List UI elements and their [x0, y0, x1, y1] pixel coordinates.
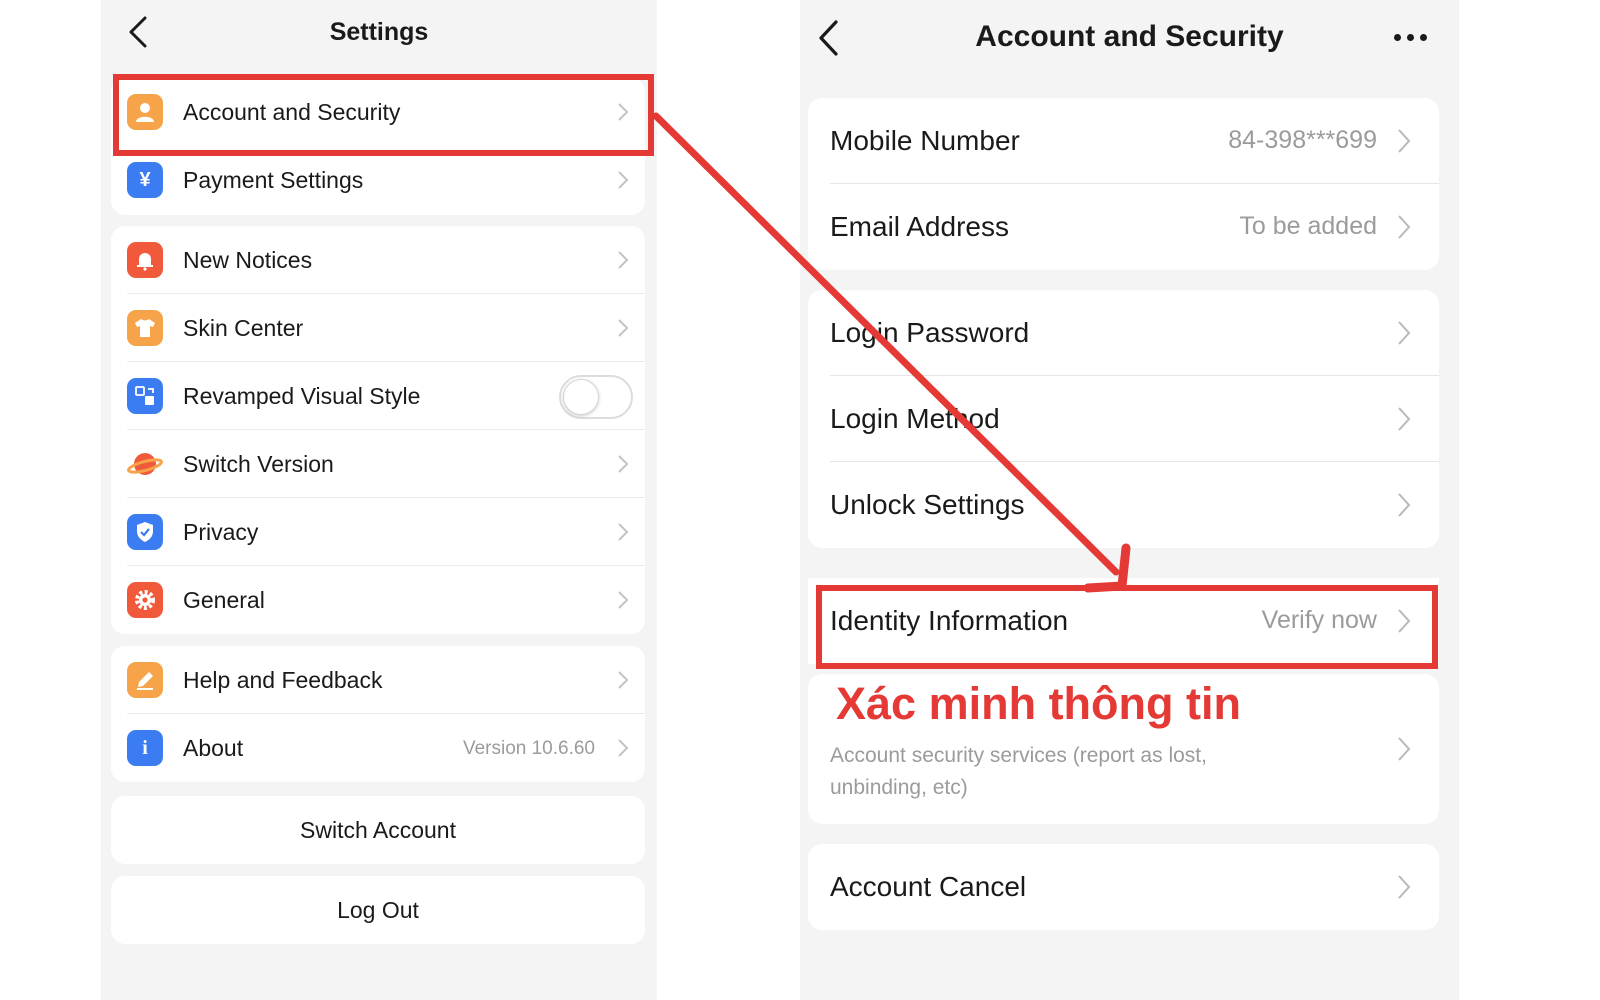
chevron-right-icon — [618, 251, 629, 269]
row-label: Login Method — [830, 403, 1000, 434]
chevron-right-icon — [618, 671, 629, 689]
settings-item-label: Skin Center — [183, 315, 304, 341]
switch-account-button[interactable]: Switch Account — [111, 796, 645, 864]
info-icon: i — [127, 730, 163, 766]
settings-item-general[interactable]: General — [111, 566, 645, 634]
chevron-right-icon — [1398, 493, 1411, 517]
settings-item-label: Privacy — [183, 519, 259, 545]
highlight-box-account-security — [113, 74, 654, 156]
chevron-right-icon — [618, 591, 629, 609]
settings-item-label: Switch Version — [183, 451, 334, 477]
settings-item-label: New Notices — [183, 247, 313, 273]
revamped-style-toggle[interactable] — [559, 375, 633, 419]
login-method-row[interactable]: Login Method — [808, 376, 1439, 462]
chevron-right-icon — [618, 455, 629, 473]
account-security-screen: Account and Security Mobile Number 84-39… — [800, 0, 1459, 1000]
account-security-topbar: Account and Security — [800, 0, 1459, 80]
login-password-row[interactable]: Login Password — [808, 290, 1439, 376]
chevron-right-icon — [1398, 321, 1411, 345]
row-label: Unlock Settings — [830, 489, 1025, 520]
settings-group-help: Help and Feedback i About Version 10.6.6… — [111, 646, 645, 782]
settings-group-general: New Notices Skin Center Revamped Visual … — [111, 226, 645, 634]
account-cancel-group: Account Cancel — [808, 844, 1439, 930]
chevron-right-icon — [1398, 737, 1411, 761]
settings-topbar: Settings — [101, 0, 657, 66]
mobile-number-row[interactable]: Mobile Number 84-398***699 — [808, 98, 1439, 184]
settings-item-label: Payment Settings — [183, 167, 364, 193]
settings-item-privacy[interactable]: Privacy — [111, 498, 645, 566]
row-label: Login Password — [830, 317, 1030, 348]
settings-item-help-feedback[interactable]: Help and Feedback — [111, 646, 645, 714]
bell-icon — [127, 242, 163, 278]
account-cancel-row[interactable]: Account Cancel — [808, 844, 1439, 930]
settings-item-payment[interactable]: ¥ Payment Settings — [111, 146, 645, 214]
email-address-value: To be added — [1239, 212, 1377, 240]
highlight-box-identity-information — [816, 585, 1438, 669]
shirt-icon — [127, 310, 163, 346]
settings-item-label: Help and Feedback — [183, 667, 383, 693]
planet-icon — [127, 446, 163, 482]
settings-item-switch-version[interactable]: Switch Version — [111, 430, 645, 498]
version-value: Version 10.6.60 — [462, 738, 595, 759]
style-icon — [127, 378, 163, 414]
settings-item-revamped-style: Revamped Visual Style — [111, 362, 645, 430]
row-label: Mobile Number — [830, 125, 1020, 156]
chevron-right-icon — [618, 171, 629, 189]
row-label: Account Cancel — [830, 871, 1027, 902]
settings-item-skin-center[interactable]: Skin Center — [111, 294, 645, 362]
settings-item-new-notices[interactable]: New Notices — [111, 226, 645, 294]
settings-item-label: General — [183, 587, 265, 613]
contact-group: Mobile Number 84-398***699 Email Address… — [808, 98, 1439, 270]
row-label: Email Address — [830, 211, 1009, 242]
settings-item-label: Revamped Visual Style — [183, 383, 421, 409]
email-address-row[interactable]: Email Address To be added — [808, 184, 1439, 270]
chevron-right-icon — [1398, 215, 1411, 239]
log-out-button[interactable]: Log Out — [111, 876, 645, 944]
account-security-services-row[interactable]: Xác minh thông tin Account security serv… — [808, 674, 1439, 824]
mobile-number-value: 84-398***699 — [1228, 126, 1377, 154]
unlock-settings-row[interactable]: Unlock Settings — [808, 462, 1439, 548]
page-title: Account and Security — [975, 20, 1284, 53]
gear-icon — [127, 582, 163, 618]
chevron-right-icon — [1398, 129, 1411, 153]
chevron-right-icon — [1398, 875, 1411, 899]
security-services-description: Account security services (report as los… — [830, 744, 1207, 799]
settings-item-label: About — [183, 735, 244, 761]
chevron-right-icon — [1398, 407, 1411, 431]
more-options-icon[interactable] — [1394, 34, 1427, 41]
chevron-right-icon — [618, 523, 629, 541]
chevron-right-icon — [618, 739, 629, 757]
settings-item-about[interactable]: i About Version 10.6.60 — [111, 714, 645, 782]
yuan-icon: ¥ — [127, 162, 163, 198]
pencil-icon — [127, 662, 163, 698]
annotation-label: Xác minh thông tin — [836, 678, 1241, 729]
page-title: Settings — [329, 18, 429, 46]
shield-icon — [127, 514, 163, 550]
login-group: Login Password Login Method Unlock Setti… — [808, 290, 1439, 548]
chevron-right-icon — [618, 319, 629, 337]
